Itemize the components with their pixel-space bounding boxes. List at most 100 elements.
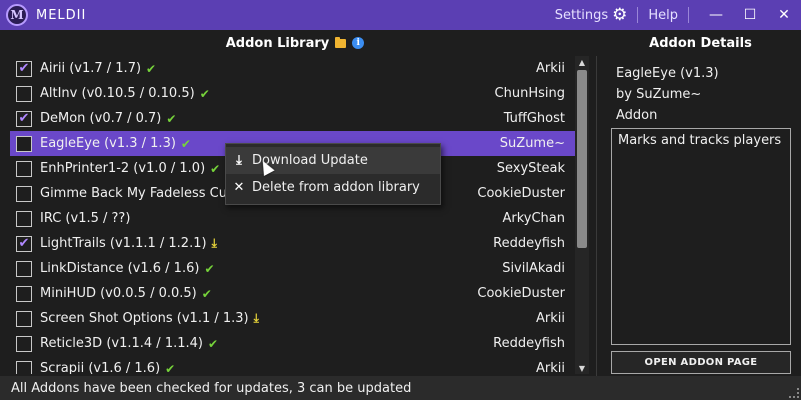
addon-author: ArkyChan bbox=[502, 211, 565, 226]
addon-name: EagleEye (v1.3 / 1.3) bbox=[40, 136, 176, 151]
addon-row[interactable]: AltInv (v0.10.5 / 0.10.5) ✔ ChunHsing bbox=[10, 81, 575, 106]
minimize-button[interactable]: — bbox=[699, 0, 733, 30]
status-bar: All Addons have been checked for updates… bbox=[0, 376, 801, 400]
addon-row[interactable]: Screen Shot Options (v1.1 / 1.3) ⤓ Arkii bbox=[10, 306, 575, 331]
titlebar-divider bbox=[637, 7, 639, 23]
app-logo-icon: M bbox=[6, 4, 28, 26]
detail-addon-name: EagleEye (v1.3) bbox=[616, 66, 719, 81]
up-to-date-icon: ✔ bbox=[199, 86, 210, 101]
addon-description-box[interactable]: Marks and tracks players bbox=[611, 128, 791, 345]
up-to-date-icon: ✔ bbox=[166, 111, 177, 126]
addon-list: Airii (v1.7 / 1.7) ✔ Arkii AltInv (v0.10.5 … bbox=[10, 56, 575, 374]
list-scrollbar[interactable]: ▲ ▼ bbox=[575, 56, 589, 374]
detail-addon-author: by SuZume~ bbox=[616, 87, 702, 102]
enable-checkbox[interactable] bbox=[16, 310, 32, 327]
addon-row[interactable]: MiniHUD (v0.0.5 / 0.0.5) ✔ CookieDuster bbox=[10, 281, 575, 306]
addon-name: AltInv (v0.10.5 / 0.10.5) bbox=[40, 86, 195, 101]
addon-row[interactable]: LightTrails (v1.1.1 / 1.2.1) ⤓ Reddeyfish bbox=[10, 231, 575, 256]
enable-checkbox[interactable] bbox=[16, 185, 32, 202]
addon-row[interactable]: IRC (v1.5 / ??) ArkyChan bbox=[10, 206, 575, 231]
update-available-icon: ⤓ bbox=[253, 311, 259, 325]
enable-checkbox[interactable] bbox=[16, 260, 32, 277]
addon-name: Gimme Back My Fadeless Curs bbox=[40, 186, 240, 201]
addon-author: CookieDuster bbox=[477, 286, 565, 301]
delete-icon: ✕ bbox=[233, 180, 245, 195]
addon-library-header: Addon Library i bbox=[0, 30, 590, 56]
up-to-date-icon: ✔ bbox=[201, 286, 212, 301]
status-text: All Addons have been checked for updates… bbox=[11, 380, 412, 396]
delete-addon-menu-item[interactable]: ✕ Delete from addon library bbox=[226, 174, 440, 201]
close-button[interactable]: ✕ bbox=[767, 0, 801, 30]
addon-author: Arkii bbox=[536, 361, 565, 374]
up-to-date-icon: ✔ bbox=[180, 136, 191, 151]
addon-row[interactable]: LinkDistance (v1.6 / 1.6) ✔ SivilAkadi bbox=[10, 256, 575, 281]
addon-author: Arkii bbox=[536, 61, 565, 76]
title-bar: M MELDII Settings ⚙ Help — ☐ ✕ bbox=[0, 0, 801, 30]
logo-letter: M bbox=[10, 8, 24, 22]
enable-checkbox[interactable] bbox=[16, 360, 32, 374]
settings-label: Settings bbox=[554, 7, 609, 23]
open-addon-page-label: OPEN ADDON PAGE bbox=[644, 357, 758, 368]
addon-author: SivilAkadi bbox=[502, 261, 565, 276]
enable-checkbox[interactable] bbox=[16, 85, 32, 102]
titlebar-divider bbox=[688, 7, 689, 23]
addon-name: Airii (v1.7 / 1.7) bbox=[40, 61, 142, 76]
maximize-icon: ☐ bbox=[743, 7, 757, 23]
enable-checkbox[interactable] bbox=[16, 160, 32, 177]
addon-row[interactable]: Scrapii (v1.6 / 1.6) ✔ Arkii bbox=[10, 356, 575, 374]
up-to-date-icon: ✔ bbox=[165, 361, 176, 375]
addon-author: Arkii bbox=[536, 311, 565, 326]
menu-item-label: Delete from addon library bbox=[252, 180, 420, 195]
close-icon: ✕ bbox=[778, 7, 790, 23]
addon-author: ChunHsing bbox=[494, 86, 565, 101]
download-icon: ⤓ bbox=[236, 153, 242, 168]
scroll-up-icon[interactable]: ▲ bbox=[575, 56, 589, 68]
addon-row[interactable]: DeMon (v0.7 / 0.7) ✔ TuffGhost bbox=[10, 106, 575, 131]
addon-name: LinkDistance (v1.6 / 1.6) bbox=[40, 261, 200, 276]
addon-author: TuffGhost bbox=[503, 111, 565, 126]
open-addon-page-button[interactable]: OPEN ADDON PAGE bbox=[611, 351, 791, 374]
addon-row[interactable]: Reticle3D (v1.1.4 / 1.1.4) ✔ Reddeyfish bbox=[10, 331, 575, 356]
gear-icon: ⚙ bbox=[612, 5, 628, 25]
addon-name: Scrapii (v1.6 / 1.6) bbox=[40, 361, 161, 374]
help-button[interactable]: Help bbox=[648, 8, 678, 23]
addon-name: MiniHUD (v0.0.5 / 0.0.5) bbox=[40, 286, 197, 301]
detail-addon-type: Addon bbox=[616, 108, 658, 123]
addon-name: LightTrails (v1.1.1 / 1.2.1) bbox=[40, 236, 207, 251]
addon-name: EnhPrinter1-2 (v1.0 / 1.0) bbox=[40, 161, 206, 176]
addon-name: IRC (v1.5 / ??) bbox=[40, 211, 131, 226]
help-label: Help bbox=[648, 7, 678, 23]
enable-checkbox[interactable] bbox=[16, 285, 32, 302]
info-icon[interactable]: i bbox=[352, 37, 365, 49]
up-to-date-icon: ✔ bbox=[207, 336, 219, 351]
scrollbar-thumb[interactable] bbox=[577, 70, 587, 248]
app-title: MELDII bbox=[36, 7, 87, 23]
context-menu: ⤓ Download Update ✕ Delete from addon li… bbox=[225, 143, 441, 205]
resize-grip-icon[interactable] bbox=[789, 388, 799, 398]
addon-author: SexySteak bbox=[496, 161, 565, 176]
up-to-date-icon: ✔ bbox=[210, 161, 221, 176]
addon-row[interactable]: Airii (v1.7 / 1.7) ✔ Arkii bbox=[10, 56, 575, 81]
addon-name: Reticle3D (v1.1.4 / 1.1.4) bbox=[40, 336, 203, 351]
addon-name: DeMon (v0.7 / 0.7) bbox=[40, 111, 162, 126]
enable-checkbox[interactable] bbox=[16, 210, 32, 227]
addon-library-title: Addon Library bbox=[225, 35, 330, 51]
enable-checkbox[interactable] bbox=[16, 135, 32, 152]
addon-description: Marks and tracks players bbox=[618, 133, 782, 148]
enable-checkbox[interactable] bbox=[16, 60, 32, 77]
settings-button[interactable]: Settings ⚙ bbox=[555, 5, 628, 25]
folder-icon[interactable] bbox=[335, 36, 347, 48]
addon-author: CookieDuster bbox=[477, 186, 565, 201]
addon-details-header: Addon Details bbox=[649, 35, 752, 51]
download-update-menu-item[interactable]: ⤓ Download Update bbox=[226, 147, 440, 174]
enable-checkbox[interactable] bbox=[16, 235, 32, 252]
enable-checkbox[interactable] bbox=[16, 335, 32, 352]
maximize-button[interactable]: ☐ bbox=[733, 0, 767, 30]
addon-author: SuZume~ bbox=[499, 136, 565, 151]
scroll-down-icon[interactable]: ▼ bbox=[575, 362, 589, 374]
panel-divider bbox=[596, 56, 597, 376]
enable-checkbox[interactable] bbox=[16, 110, 32, 127]
up-to-date-icon: ✔ bbox=[204, 261, 215, 276]
addon-author: Reddeyfish bbox=[493, 236, 565, 251]
update-available-icon: ⤓ bbox=[211, 236, 217, 250]
